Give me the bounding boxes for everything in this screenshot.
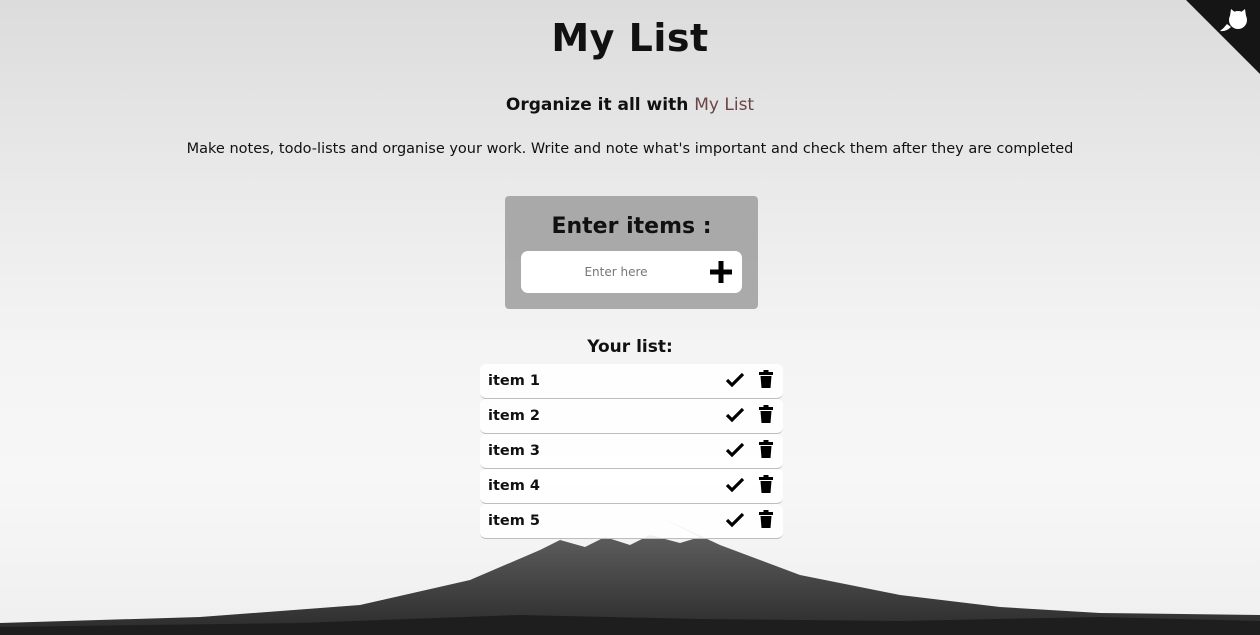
list-item: item 3 (480, 434, 783, 469)
page-title: My List (551, 16, 709, 60)
check-icon[interactable] (725, 512, 745, 528)
tagline-prefix: Organize it all with (505, 95, 695, 115)
trash-icon[interactable] (759, 510, 773, 528)
list-item: item 2 (480, 399, 783, 434)
github-corner-link[interactable] (1186, 0, 1260, 74)
list-heading: Your list: (587, 337, 673, 357)
item-input[interactable] (521, 251, 711, 293)
entry-heading: Enter items : (551, 214, 712, 239)
list-item: item 1 (480, 364, 783, 399)
corner-triangle (1186, 0, 1260, 74)
item-label: item 4 (488, 478, 540, 494)
check-icon[interactable] (725, 477, 745, 493)
trash-icon[interactable] (759, 405, 773, 423)
item-label: item 5 (488, 513, 540, 529)
item-label: item 2 (488, 408, 540, 424)
check-icon[interactable] (725, 372, 745, 388)
trash-icon[interactable] (759, 440, 773, 458)
item-list: item 1 item 2 item 3 item 4 item 5 (480, 364, 783, 539)
check-icon[interactable] (725, 407, 745, 423)
item-label: item 3 (488, 443, 540, 459)
entry-card: Enter items : (505, 196, 758, 309)
trash-icon[interactable] (759, 370, 773, 388)
tagline-brand: My List (694, 95, 755, 115)
check-icon[interactable] (725, 442, 745, 458)
item-label: item 1 (488, 373, 540, 389)
plus-icon[interactable] (706, 257, 736, 287)
trash-icon[interactable] (759, 475, 773, 493)
entry-input-container (521, 251, 742, 293)
list-item: item 4 (480, 469, 783, 504)
tagline: Organize it all with My List (0, 95, 1260, 115)
description-text: Make notes, todo-lists and organise your… (186, 141, 1074, 157)
list-item: item 5 (480, 504, 783, 539)
page-content: My List Organize it all with My List Mak… (0, 0, 1260, 635)
